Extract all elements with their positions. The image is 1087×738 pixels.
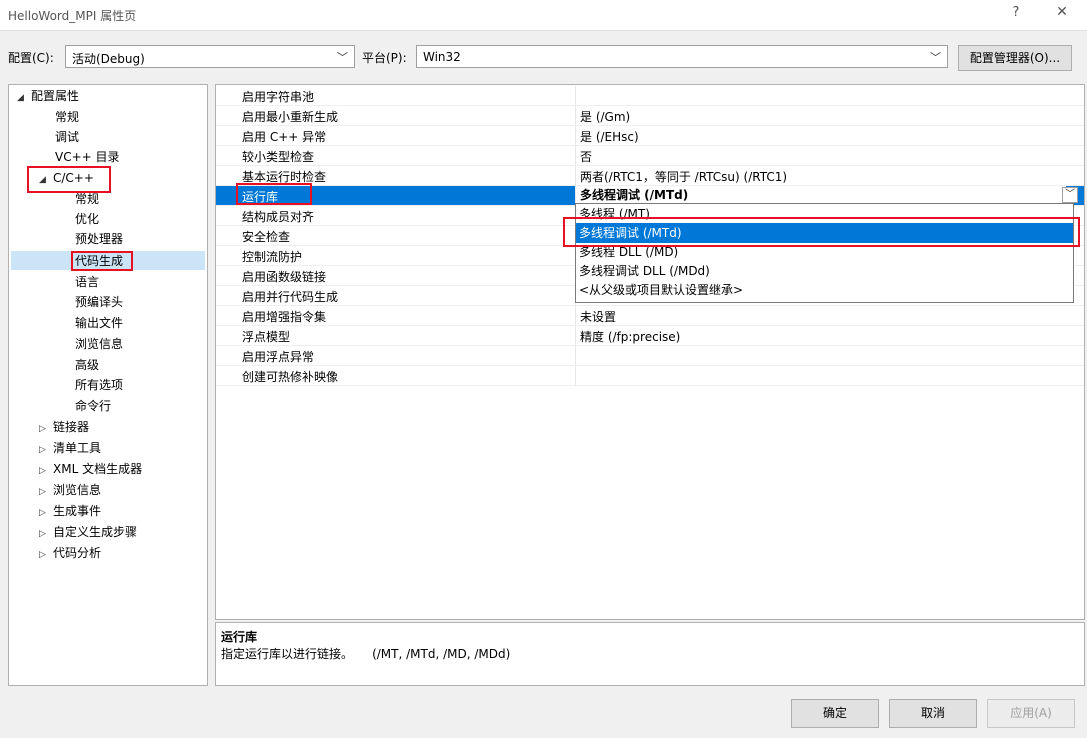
ok-button[interactable]: 确定	[791, 699, 879, 728]
tree-item-language[interactable]: 语言	[75, 274, 99, 290]
tree-item-precompiled-header[interactable]: 预编译头	[75, 294, 123, 310]
tree-item-config-props[interactable]: ◢ 配置属性	[17, 88, 79, 106]
window-title: HelloWord_MPI 属性页	[8, 9, 137, 23]
runtime-library-dropdown: 多线程 (/MT) 多线程调试 (/MTd) 多线程 DLL (/MD) 多线程…	[575, 203, 1074, 303]
column-divider	[575, 326, 576, 345]
platform-label: 平台(P):	[362, 51, 407, 65]
column-divider	[575, 126, 576, 145]
chevron-down-icon: ﹀	[930, 51, 941, 64]
column-divider	[575, 346, 576, 365]
property-value[interactable]: 否	[580, 148, 592, 165]
tree-item-debugging[interactable]: 调试	[55, 129, 79, 145]
property-value[interactable]: 精度 (/fp:precise)	[580, 328, 680, 345]
tree-item-cpp[interactable]: ◢ C/C++	[39, 170, 94, 188]
property-value[interactable]: 是 (/EHsc)	[580, 128, 639, 145]
property-value[interactable]: 是 (/Gm)	[580, 108, 630, 125]
apply-button[interactable]: 应用(A)	[987, 699, 1075, 728]
property-name: 启用增强指令集	[242, 310, 327, 324]
config-label: 配置(C):	[8, 51, 54, 65]
property-name: 启用最小重新生成	[242, 110, 339, 124]
close-button[interactable]: ✕	[1050, 4, 1074, 20]
config-combo[interactable]: 活动(Debug) ﹀	[65, 45, 355, 68]
tree-item-preprocessor[interactable]: 预处理器	[75, 231, 123, 247]
property-name: 运行库	[242, 190, 279, 204]
collapsed-arrow-icon: ▷	[39, 445, 46, 455]
collapsed-arrow-icon: ▷	[39, 424, 46, 434]
property-row[interactable]: 创建可热修补映像	[216, 366, 1084, 386]
property-grid: 启用字符串池 启用最小重新生成是 (/Gm) 启用 C++ 异常是 (/EHsc) 较…	[215, 84, 1085, 620]
collapsed-arrow-icon: ▷	[39, 466, 46, 476]
tree-item-vc-dirs[interactable]: VC++ 目录	[55, 149, 120, 165]
title-bar: HelloWord_MPI 属性页 ? ✕	[0, 0, 1087, 31]
tree-item-cpp-general[interactable]: 常规	[75, 191, 99, 207]
property-row[interactable]: 基本运行时检查 两者(/RTC1，等同于 /RTCsu) (/RTC1)	[216, 166, 1084, 186]
tree-item-general[interactable]: 常规	[55, 109, 79, 125]
platform-combo[interactable]: Win32 ﹀	[416, 45, 948, 68]
property-name: 启用函数级链接	[242, 270, 327, 284]
tree-item-output-files[interactable]: 输出文件	[75, 315, 123, 331]
dropdown-option-md[interactable]: 多线程 DLL (/MD)	[576, 242, 1073, 262]
property-name: 基本运行时检查	[242, 170, 327, 184]
description-title: 运行库	[221, 630, 258, 644]
property-name: 启用字符串池	[242, 90, 315, 104]
dropdown-option-mtd[interactable]: 多线程调试 (/MTd)	[576, 223, 1073, 243]
tree-item-code-analysis[interactable]: ▷ 代码分析	[39, 545, 101, 563]
property-row[interactable]: 启用 C++ 异常 是 (/EHsc)	[216, 126, 1084, 146]
tree-item-linker[interactable]: ▷ 链接器	[39, 419, 89, 437]
property-name: 启用 C++ 异常	[242, 130, 327, 144]
property-name: 结构成员对齐	[242, 210, 315, 224]
dropdown-option-inherit[interactable]: <从父级或项目默认设置继承>	[576, 280, 1073, 300]
expanded-arrow-icon: ◢	[17, 93, 24, 103]
property-row[interactable]: 启用浮点异常	[216, 346, 1084, 366]
property-value[interactable]: 两者(/RTC1，等同于 /RTCsu) (/RTC1)	[580, 168, 787, 185]
description-panel: 运行库 指定运行库以进行链接。 (/MT, /MTd, /MD, /MDd)	[215, 622, 1085, 686]
column-divider	[575, 146, 576, 165]
tree-item-xml-doc-generator[interactable]: ▷ XML 文档生成器	[39, 461, 142, 479]
tree-item-custom-build-step[interactable]: ▷ 自定义生成步骤	[39, 524, 137, 542]
platform-value: Win32	[423, 50, 461, 64]
column-divider	[575, 306, 576, 325]
collapsed-arrow-icon: ▷	[39, 529, 46, 539]
dropdown-option-mt[interactable]: 多线程 (/MT)	[576, 204, 1073, 224]
dropdown-arrow-button[interactable]: ﹀	[1062, 187, 1078, 203]
property-name: 启用并行代码生成	[242, 290, 339, 304]
property-name: 启用浮点异常	[242, 350, 315, 364]
property-row[interactable]: 启用字符串池	[216, 86, 1084, 106]
tree-item-command-line[interactable]: 命令行	[75, 398, 111, 414]
property-name: 安全检查	[242, 230, 291, 244]
chevron-down-icon: ﹀	[337, 51, 348, 64]
tree-item-advanced[interactable]: 高级	[75, 357, 99, 373]
property-name: 浮点模型	[242, 330, 291, 344]
column-divider	[575, 366, 576, 385]
config-manager-button[interactable]: 配置管理器(O)...	[958, 45, 1072, 71]
dropdown-option-mdd[interactable]: 多线程调试 DLL (/MDd)	[576, 261, 1073, 281]
property-name: 控制流防护	[242, 250, 303, 264]
property-row[interactable]: 较小类型检查 否	[216, 146, 1084, 166]
help-button[interactable]: ?	[1006, 5, 1026, 20]
tree-item-optimization[interactable]: 优化	[75, 211, 99, 227]
tree-item-browse-info[interactable]: 浏览信息	[75, 336, 123, 352]
column-divider	[575, 86, 576, 105]
config-value: 活动(Debug)	[72, 52, 145, 66]
tree-item-code-generation[interactable]: 代码生成	[75, 253, 123, 269]
tree-item-all-options[interactable]: 所有选项	[75, 377, 123, 393]
property-row[interactable]: 浮点模型 精度 (/fp:precise)	[216, 326, 1084, 346]
column-divider	[575, 106, 576, 125]
column-divider	[575, 166, 576, 185]
description-text: 指定运行库以进行链接。 (/MT, /MTd, /MD, /MDd)	[221, 647, 511, 661]
collapsed-arrow-icon: ▷	[39, 487, 46, 497]
tree-item-build-events[interactable]: ▷ 生成事件	[39, 503, 101, 521]
property-row[interactable]: 启用增强指令集 未设置	[216, 306, 1084, 326]
property-name: 较小类型检查	[242, 150, 315, 164]
tree-item-browse-information[interactable]: ▷ 浏览信息	[39, 482, 101, 500]
property-value[interactable]: 未设置	[580, 308, 616, 325]
property-row[interactable]: 启用最小重新生成 是 (/Gm)	[216, 106, 1084, 126]
expanded-arrow-icon: ◢	[39, 175, 46, 185]
cancel-button[interactable]: 取消	[889, 699, 977, 728]
collapsed-arrow-icon: ▷	[39, 508, 46, 518]
collapsed-arrow-icon: ▷	[39, 550, 46, 560]
property-tree: ◢ 配置属性 常规 调试 VC++ 目录 ◢ C/C++ 常规 优化 预处理器 代码…	[8, 84, 208, 686]
property-name: 创建可热修补映像	[242, 370, 339, 384]
tree-item-manifest-tool[interactable]: ▷ 清单工具	[39, 440, 101, 458]
